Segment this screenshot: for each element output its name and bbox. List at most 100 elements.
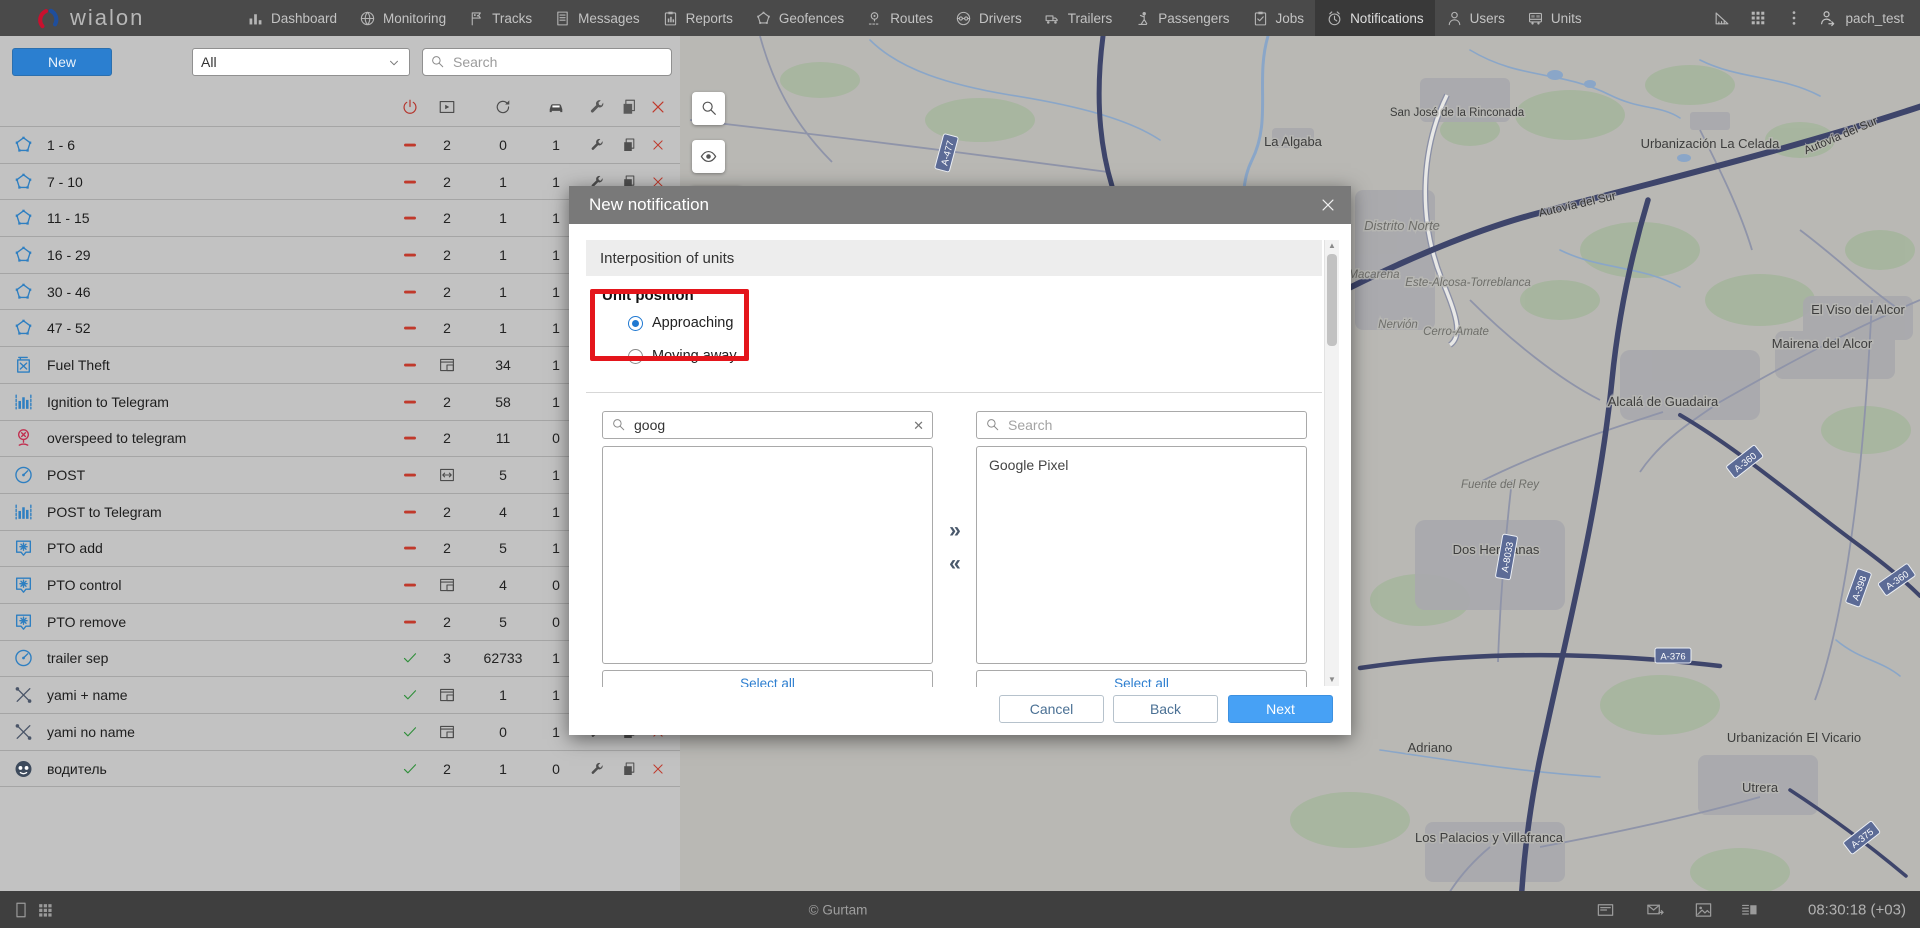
scrollbar-thumb[interactable] (1327, 254, 1337, 346)
nav-item-passengers[interactable]: Passengers (1123, 0, 1240, 36)
cancel-button[interactable]: Cancel (999, 695, 1104, 723)
disabled-dash-icon[interactable] (402, 356, 419, 373)
cards-icon[interactable] (1596, 900, 1615, 919)
panel-search-input[interactable] (451, 53, 664, 71)
disabled-dash-icon[interactable] (402, 577, 419, 594)
nav-item-dashboard[interactable]: Dashboard (236, 0, 348, 36)
disabled-dash-icon[interactable] (402, 136, 419, 153)
list-item[interactable]: Google Pixel (977, 447, 1306, 477)
kebab-menu-icon[interactable] (1776, 0, 1812, 36)
power-icon[interactable] (401, 98, 419, 116)
actions-count: 3 (443, 650, 451, 666)
copy-icon[interactable] (620, 98, 638, 116)
clear-search-icon[interactable]: ✕ (913, 419, 924, 432)
nav-item-routes[interactable]: Routes (855, 0, 944, 36)
disabled-dash-icon[interactable] (402, 283, 419, 300)
wrench-icon[interactable] (588, 98, 606, 116)
geofence-icon (13, 281, 34, 302)
jobs-icon (1252, 10, 1276, 27)
map-attribution: © Gurtam (809, 902, 868, 917)
ruler-icon[interactable] (1704, 0, 1740, 36)
nav-item-geofences[interactable]: Geofences (744, 0, 855, 36)
selected-units-search-input[interactable] (1006, 416, 1298, 434)
nav-item-notifications[interactable]: Notifications (1315, 0, 1435, 36)
notification-name: trailer sep (47, 650, 108, 666)
radio-moving-away[interactable]: Moving away (619, 348, 737, 364)
triggered-count: 1 (499, 247, 507, 263)
filter-dropdown[interactable]: All (192, 48, 410, 76)
delete-icon[interactable] (651, 761, 666, 776)
wrench-icon[interactable] (589, 137, 605, 153)
new-notification-button[interactable]: New (12, 48, 112, 76)
nav-item-drivers[interactable]: Drivers (944, 0, 1033, 36)
radio-button[interactable] (628, 316, 643, 331)
selected-units-list[interactable]: Google Pixel (976, 446, 1307, 664)
actions-count: 2 (443, 540, 451, 556)
car-icon[interactable] (547, 98, 565, 116)
delete-icon[interactable] (649, 98, 667, 116)
nav-item-units[interactable]: Units (1516, 0, 1593, 36)
split-panel-icon[interactable] (1740, 900, 1759, 919)
nav-item-trailers[interactable]: Trailers (1033, 0, 1124, 36)
refresh-icon[interactable] (494, 98, 512, 116)
disabled-dash-icon[interactable] (402, 393, 419, 410)
map-search-button[interactable] (692, 92, 725, 125)
nav-item-jobs[interactable]: Jobs (1241, 0, 1316, 36)
apps-grid-icon[interactable] (1740, 0, 1776, 36)
radio-approaching[interactable]: Approaching (619, 315, 733, 331)
mail-forward-icon[interactable] (1646, 900, 1665, 919)
copy-icon[interactable] (621, 761, 637, 777)
actions-count: 2 (443, 614, 451, 630)
grid-icon[interactable] (36, 901, 54, 919)
disabled-dash-icon[interactable] (402, 210, 419, 227)
dialog-scrollbar[interactable]: ▲ ▼ (1324, 240, 1339, 686)
notification-row-водитель[interactable]: водитель210 (0, 750, 680, 787)
nav-item-label: Reports (686, 11, 733, 26)
back-button[interactable]: Back (1113, 695, 1218, 723)
enabled-check-icon[interactable] (402, 723, 419, 740)
scroll-down-icon[interactable]: ▼ (1325, 674, 1339, 686)
enabled-check-icon[interactable] (402, 650, 419, 667)
radio-button[interactable] (628, 349, 643, 364)
enabled-check-icon[interactable] (402, 760, 419, 777)
notification-row-1---6[interactable]: 1 - 6201 (0, 126, 680, 163)
disabled-dash-icon[interactable] (402, 503, 419, 520)
notification-name: 11 - 15 (47, 210, 90, 226)
available-units-search-input[interactable] (632, 416, 913, 434)
next-button[interactable]: Next (1228, 695, 1333, 723)
image-icon[interactable] (1694, 900, 1713, 919)
disabled-dash-icon[interactable] (402, 320, 419, 337)
popup-icon[interactable] (438, 98, 456, 116)
notification-name: yami no name (47, 724, 135, 740)
nav-item-messages[interactable]: Messages (543, 0, 651, 36)
disabled-dash-icon[interactable] (402, 246, 419, 263)
monitoring-icon (359, 10, 383, 27)
available-units-list[interactable] (602, 446, 933, 664)
copy-icon[interactable] (621, 137, 637, 153)
disabled-dash-icon[interactable] (402, 173, 419, 190)
wialon-app: San José de la RinconadaLa AlgabaUrbaniz… (0, 0, 1920, 928)
nav-item-users[interactable]: Users (1435, 0, 1516, 36)
disabled-dash-icon[interactable] (402, 613, 419, 630)
delete-icon[interactable] (651, 137, 666, 152)
scroll-up-icon[interactable]: ▲ (1325, 240, 1339, 252)
select-all-link[interactable]: Select all (1114, 671, 1169, 687)
map-route-shield: A-376 (1655, 648, 1691, 663)
disabled-dash-icon[interactable] (402, 540, 419, 557)
monitor-icon[interactable] (12, 901, 30, 919)
nav-item-tracks[interactable]: Tracks (457, 0, 543, 36)
disabled-dash-icon[interactable] (402, 467, 419, 484)
select-all-link[interactable]: Select all (740, 671, 795, 687)
nav-item-monitoring[interactable]: Monitoring (348, 0, 457, 36)
enabled-check-icon[interactable] (402, 687, 419, 704)
close-icon[interactable] (1319, 196, 1337, 214)
move-left-button[interactable]: « (943, 553, 967, 574)
move-right-button[interactable]: » (943, 520, 967, 541)
user-menu[interactable]: pach_test (1818, 9, 1904, 28)
dialog-header[interactable]: New notification (569, 186, 1351, 224)
nav-item-reports[interactable]: Reports (651, 0, 744, 36)
map-visibility-button[interactable] (692, 140, 725, 173)
wrench-icon[interactable] (589, 761, 605, 777)
units-count: 1 (552, 724, 560, 740)
disabled-dash-icon[interactable] (402, 430, 419, 447)
